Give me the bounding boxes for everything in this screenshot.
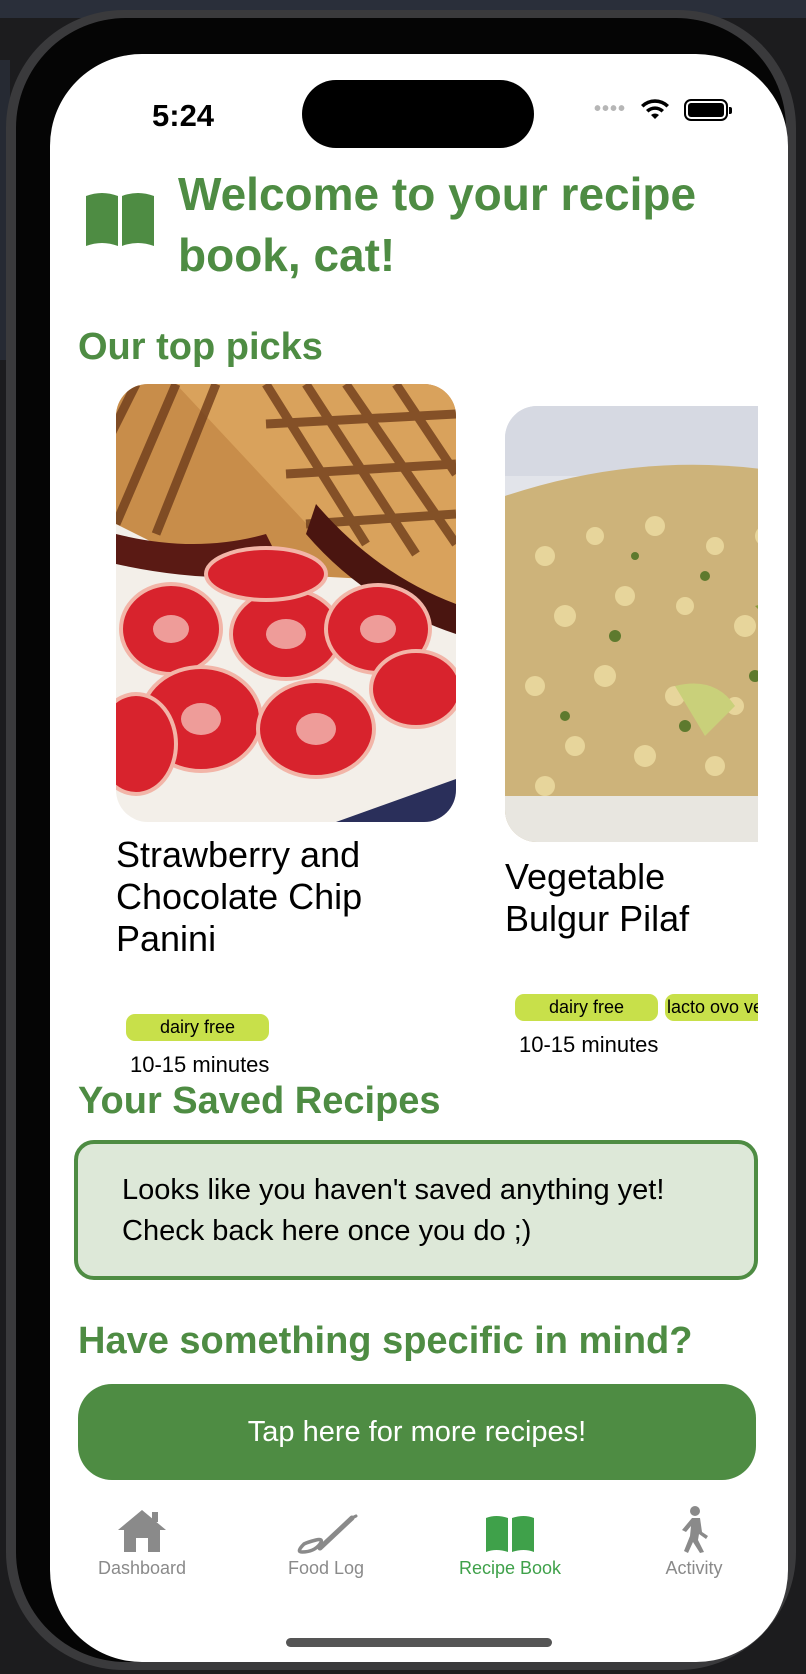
book-icon — [86, 193, 154, 246]
home-indicator[interactable] — [286, 1638, 552, 1647]
dietary-tag: dairy free — [126, 1014, 269, 1041]
prep-time: 10-15 minutes — [519, 1032, 659, 1057]
house-icon — [118, 1510, 166, 1552]
status-time: 5:24 — [152, 98, 215, 133]
tab-label: Activity — [665, 1558, 723, 1578]
dynamic-island — [302, 80, 534, 148]
pencil-icon — [297, 1514, 358, 1554]
top-picks-title: Our top picks — [78, 326, 323, 368]
tab-recipe-book[interactable]: Recipe Book — [440, 1504, 580, 1579]
tab-food-log[interactable]: Food Log — [256, 1504, 396, 1579]
recipe-name: Vegetable Bulgur Pilaf — [505, 856, 690, 939]
dietary-tag: dairy free — [515, 994, 658, 1021]
specific-title: Have something specific in mind? — [78, 1320, 693, 1362]
tab-label: Recipe Book — [458, 1558, 562, 1578]
saved-recipes-title: Your Saved Recipes — [78, 1080, 441, 1122]
status-icons: •••• — [593, 98, 732, 121]
recipe-name: Strawberry and Chocolate Chip Panini — [116, 834, 363, 959]
wifi-icon — [641, 98, 669, 119]
saved-recipes-empty-state: Looks like you haven't saved anything ye… — [74, 1140, 758, 1280]
dietary-tag: lacto ovo vegetarian — [665, 994, 758, 1021]
tab-label: Food Log — [287, 1558, 365, 1578]
tab-bar: Dashboard Food Log Recipe Book Activity — [50, 1504, 788, 1604]
prep-time: 10-15 minutes — [130, 1052, 270, 1077]
top-picks-carousel[interactable]: Strawberry and Chocolate Chip Panini dai… — [50, 384, 758, 1084]
welcome-title: Welcome to your recipe book, cat! — [178, 168, 697, 281]
tab-dashboard[interactable]: Dashboard — [72, 1504, 212, 1579]
more-recipes-button[interactable]: Tap here for more recipes! — [78, 1384, 756, 1480]
recipe-image-bulgur-pilaf — [505, 406, 758, 842]
phone-bezel: 5:24 •••• Welcome to your recipe book, c… — [16, 18, 788, 1662]
signal-dots-icon: •••• — [593, 98, 626, 120]
walking-figure-icon — [682, 1506, 708, 1553]
empty-state-line-2: Check back here once you do ;) — [122, 1215, 532, 1247]
book-icon — [486, 1516, 534, 1552]
tab-label: Dashboard — [97, 1558, 187, 1578]
tab-activity[interactable]: Activity — [624, 1504, 764, 1579]
recipe-card[interactable]: Strawberry and Chocolate Chip Panini dai… — [116, 384, 456, 1077]
recipe-card[interactable]: Vegetable Bulgur Pilaf dairy free lacto … — [505, 406, 758, 1057]
recipe-image-panini — [116, 384, 456, 822]
battery-icon — [684, 98, 732, 121]
empty-state-line-1: Looks like you haven't saved anything ye… — [122, 1174, 665, 1206]
app-screen: 5:24 •••• Welcome to your recipe book, c… — [50, 54, 788, 1662]
